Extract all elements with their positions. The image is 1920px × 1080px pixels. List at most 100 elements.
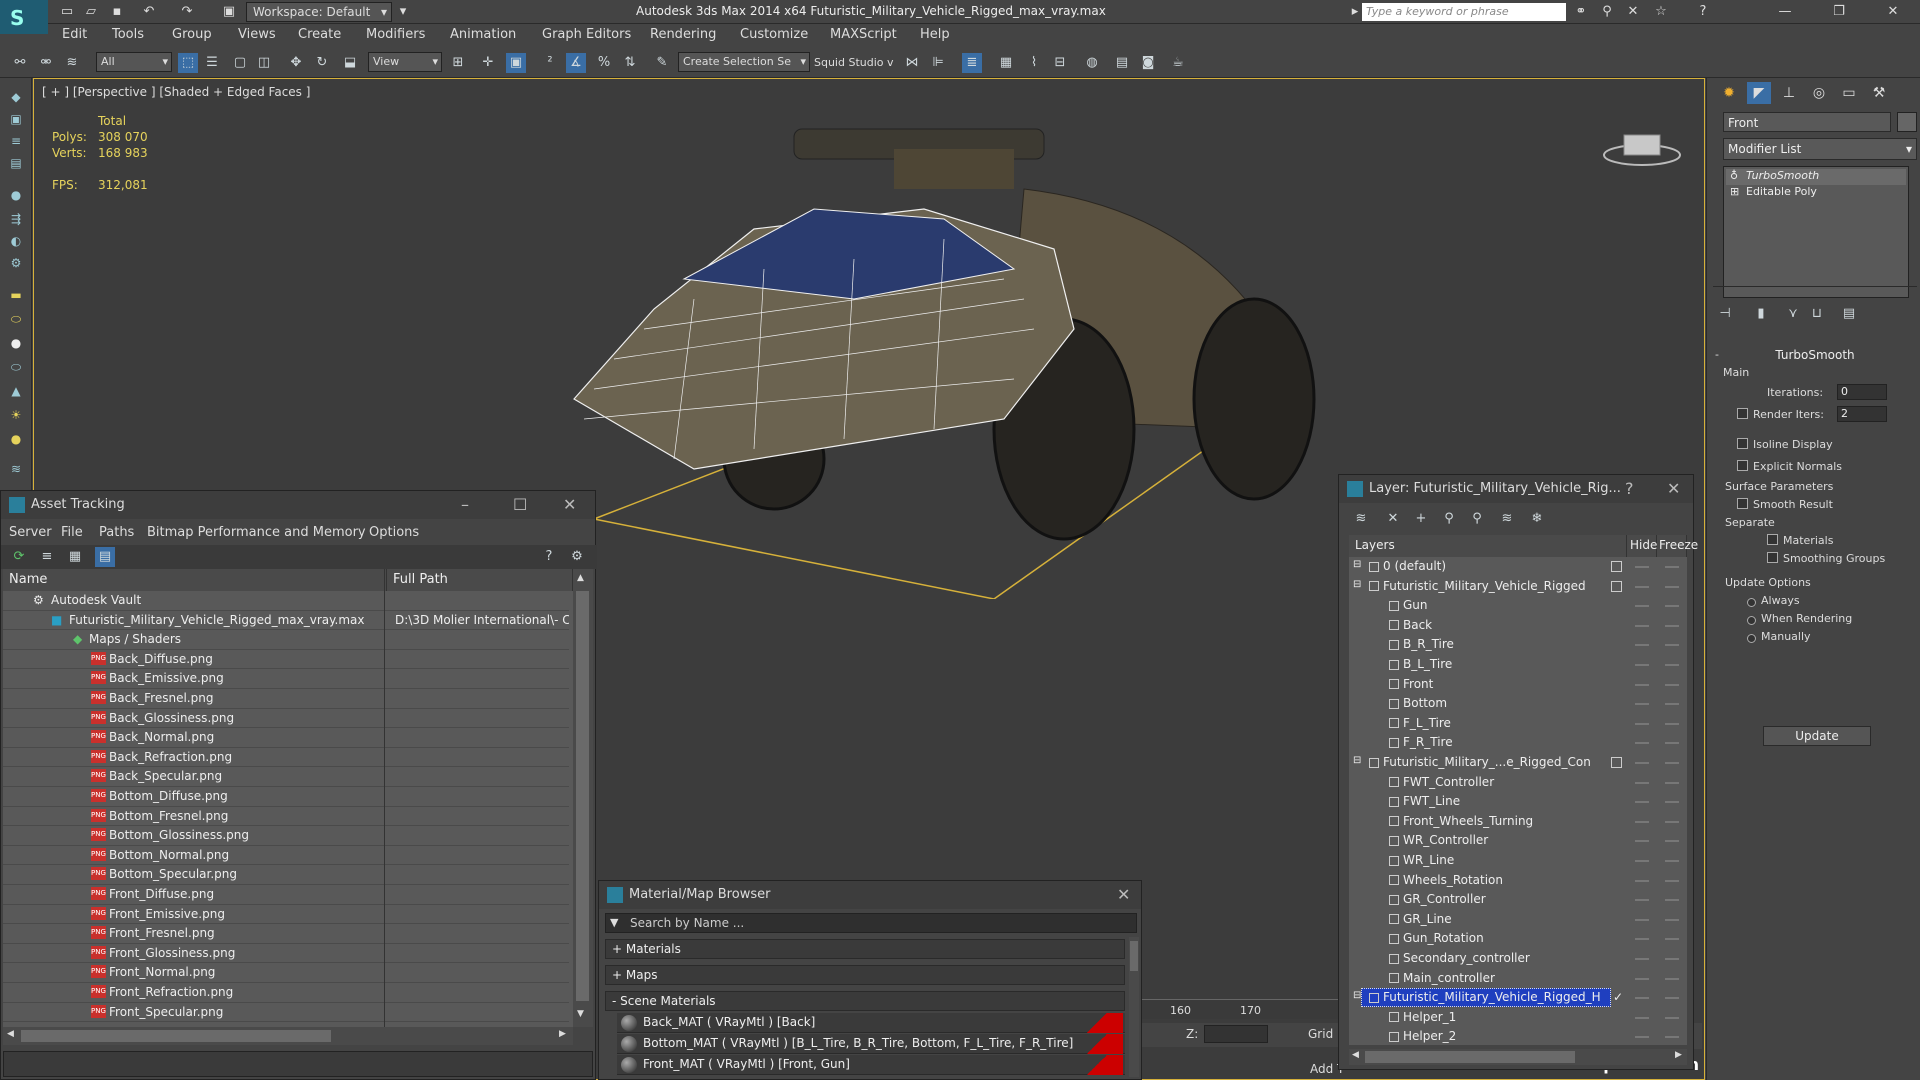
configure-sets-icon[interactable]: ▤ xyxy=(1839,304,1859,324)
column-header-layers[interactable]: Layers xyxy=(1349,535,1627,557)
materials-checkbox[interactable] xyxy=(1767,534,1778,545)
asset-file-row[interactable]: PNG Front_Fresnel.png xyxy=(3,924,569,944)
search-input[interactable]: Type a keyword or phrase xyxy=(1362,3,1566,21)
asset-file-row[interactable]: PNG Back_Specular.png xyxy=(3,767,569,787)
freeze-toggle[interactable] xyxy=(1665,664,1679,666)
freeze-toggle[interactable] xyxy=(1665,899,1679,902)
hide-toggle[interactable] xyxy=(1635,624,1649,627)
maximize-icon[interactable]: ☐ xyxy=(513,495,527,514)
asset-file-row[interactable]: PNG Front_Emissive.png xyxy=(3,905,569,925)
time-slider-ruler[interactable]: 160 170 xyxy=(1134,999,1364,1019)
layer-row[interactable]: Bottom xyxy=(1349,694,1687,714)
asset-file-row[interactable]: PNG Back_Normal.png xyxy=(3,728,569,748)
collapse-rollout-icon[interactable]: - xyxy=(1715,348,1719,361)
layer-row[interactable]: B_L_Tire xyxy=(1349,655,1687,675)
hide-toggle[interactable] xyxy=(1635,820,1649,823)
menu-file[interactable]: File xyxy=(61,525,83,540)
vertical-scrollbar[interactable] xyxy=(1129,937,1139,1077)
reference-coordinate-dropdown[interactable]: View ▾ xyxy=(368,52,442,72)
freeze-toggle[interactable] xyxy=(1665,742,1679,745)
freeze-toggle[interactable] xyxy=(1665,997,1679,1000)
smoothing-groups-checkbox[interactable] xyxy=(1767,552,1778,563)
hide-toggle[interactable] xyxy=(1635,762,1649,764)
column-header-path[interactable]: Full Path xyxy=(387,569,573,591)
scroll-left-icon[interactable]: ◀ xyxy=(1352,1050,1359,1060)
render-icon[interactable]: ☕ xyxy=(1168,53,1188,73)
object-color-swatch[interactable] xyxy=(1897,112,1917,132)
layer-row[interactable]: GR_Line xyxy=(1349,910,1687,930)
named-selection-icon[interactable]: ✎ xyxy=(652,53,672,73)
tool-icon[interactable]: ◆ xyxy=(6,90,26,108)
rollout-title[interactable]: TurboSmooth xyxy=(1721,348,1909,366)
render-iters-checkbox[interactable] xyxy=(1737,408,1748,419)
checkmark-icon[interactable]: ✓ xyxy=(1613,990,1623,1004)
bind-space-warp-icon[interactable]: ≋ xyxy=(62,53,82,73)
freeze-toggle[interactable] xyxy=(1665,585,1679,588)
hide-toggle[interactable] xyxy=(1635,801,1649,804)
curve-editor-icon[interactable]: ⌇ xyxy=(1024,53,1044,73)
modify-tab-icon[interactable]: ◤ xyxy=(1747,82,1771,104)
mirror-icon[interactable]: ⋈ xyxy=(902,53,922,73)
scrollbar-thumb[interactable] xyxy=(576,591,589,1001)
hide-toggle[interactable] xyxy=(1635,997,1649,1000)
layer-row[interactable]: Wheels_Rotation xyxy=(1349,871,1687,891)
asset-file-row[interactable]: PNG Back_Refraction.png xyxy=(3,748,569,768)
help-icon[interactable]: ? xyxy=(1694,3,1712,21)
thumbnail-view-icon[interactable]: ▦ xyxy=(65,547,85,567)
close-icon[interactable]: ✕ xyxy=(563,495,576,514)
asset-file-row[interactable]: PNG Front_Glossiness.png xyxy=(3,944,569,964)
tool-icon[interactable]: ▣ xyxy=(6,112,26,130)
redo-icon[interactable]: ↷ xyxy=(178,3,196,21)
layer-row[interactable]: B_R_Tire xyxy=(1349,635,1687,655)
minimize-icon[interactable]: – xyxy=(461,495,469,514)
hide-toggle[interactable] xyxy=(1635,742,1649,745)
hide-toggle[interactable] xyxy=(1635,781,1649,784)
layer-row[interactable]: FWT_Controller xyxy=(1349,773,1687,793)
freeze-toggle[interactable] xyxy=(1665,703,1679,706)
binoculars-icon[interactable]: ⚭ xyxy=(1572,3,1590,21)
layer-row[interactable]: ⊟ Futuristic_Military_Vehicle_Rigged xyxy=(1349,577,1687,597)
spinner-snap-icon[interactable]: ⇅ xyxy=(620,53,640,73)
layer-row[interactable]: WR_Line xyxy=(1349,851,1687,871)
hide-toggle[interactable] xyxy=(1635,585,1649,588)
tool-icon[interactable]: ▤ xyxy=(6,156,26,174)
new-file-icon[interactable]: ▭ xyxy=(58,3,76,21)
asset-file-row[interactable]: PNG Front_Normal.png xyxy=(3,963,569,983)
close-icon[interactable]: ✕ xyxy=(1884,3,1902,21)
tool-icon[interactable]: ⚙ xyxy=(6,256,26,274)
freeze-toggle[interactable] xyxy=(1665,762,1679,764)
manipulate-icon[interactable]: ✛ xyxy=(478,53,498,73)
create-tab-icon[interactable]: ✹ xyxy=(1717,82,1741,104)
stack-item-editable-poly[interactable]: ⊞ Editable Poly xyxy=(1726,185,1906,201)
help-icon[interactable]: ? xyxy=(1625,479,1634,498)
stack-item-turbosmooth[interactable]: ♁ TurboSmooth xyxy=(1726,169,1906,185)
layer-row[interactable]: GR_Controller xyxy=(1349,890,1687,910)
freeze-toggle[interactable] xyxy=(1665,624,1679,627)
menu-help[interactable]: Help xyxy=(920,27,950,42)
settings-icon[interactable]: ⚙ xyxy=(567,547,587,567)
material-row-back[interactable]: Back_MAT ( VRayMtl ) [Back] xyxy=(617,1013,1125,1033)
freeze-toggle[interactable] xyxy=(1665,977,1679,980)
asset-file-row[interactable]: PNG Bottom_Diffuse.png xyxy=(3,787,569,807)
app-menu-button[interactable]: S xyxy=(0,0,48,34)
viewcube[interactable] xyxy=(1602,119,1682,167)
hide-toggle[interactable] xyxy=(1635,1036,1649,1039)
hide-all-icon[interactable]: ≋ xyxy=(1497,509,1517,529)
search-options-icon[interactable]: ▼ xyxy=(610,916,618,929)
menu-animation[interactable]: Animation xyxy=(450,27,516,42)
rendered-frame-icon[interactable]: ◙ xyxy=(1138,53,1158,73)
save-icon[interactable]: ▪ xyxy=(108,3,126,21)
expand-icon[interactable]: ⊞ xyxy=(1730,185,1739,198)
menu-modifiers[interactable]: Modifiers xyxy=(366,27,425,42)
named-selection-dropdown[interactable]: Create Selection Se ▾ xyxy=(678,52,810,72)
current-layer-checkbox[interactable] xyxy=(1611,757,1622,768)
hide-toggle[interactable] xyxy=(1635,703,1649,706)
hide-toggle[interactable] xyxy=(1635,1016,1649,1019)
workspace-dropdown[interactable]: Workspace: Default ▾ xyxy=(246,2,392,22)
freeze-toggle[interactable] xyxy=(1665,566,1679,568)
layer-row[interactable]: Helper_2 xyxy=(1349,1027,1687,1047)
layer-row[interactable]: ⊟ Futuristic_Military_...e_Rigged_Con xyxy=(1349,753,1687,773)
menu-edit[interactable]: Edit xyxy=(62,27,87,42)
snap-toggle-icon[interactable]: ² xyxy=(540,53,560,73)
asset-file-row[interactable]: PNG Back_Glossiness.png xyxy=(3,709,569,729)
